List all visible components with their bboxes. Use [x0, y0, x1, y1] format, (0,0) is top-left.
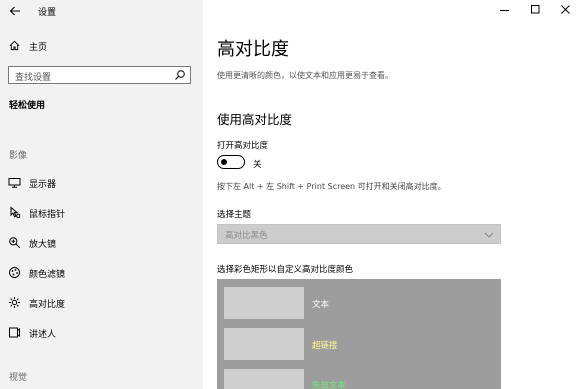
magnifier-icon	[9, 237, 21, 249]
sidebar-item-label: 主页	[29, 43, 48, 53]
swatch-disabled-text-label: 失效文本	[312, 381, 347, 389]
swatch-hyperlink[interactable]	[224, 328, 304, 360]
theme-label: 选择主题	[217, 210, 252, 220]
search-placeholder: 查找设置	[15, 73, 52, 83]
title-bar: 设置	[0, 0, 203, 22]
subheading: 使用高对比度	[217, 112, 293, 127]
maximize-button[interactable]	[521, 0, 551, 20]
page-title: 高对比度	[217, 39, 289, 60]
swatch-label: 选择彩色矩形以自定义高对比度颜色	[217, 265, 354, 275]
home-icon	[9, 40, 20, 51]
group-label-hearing: 视觉	[9, 373, 28, 383]
toggle-knob	[221, 158, 227, 165]
swatch-hyperlink-label: 超链接	[312, 341, 338, 351]
swatch-text-label: 文本	[312, 300, 330, 310]
swatch-text[interactable]	[224, 287, 304, 319]
sidebar-item-color-filter[interactable]: 颜色滤镜	[0, 263, 203, 283]
narrator-icon	[9, 327, 20, 338]
maximize-icon	[531, 5, 540, 14]
sidebar-item-label: 放大镜	[29, 240, 57, 250]
sidebar: 设置 主页 查找设置 轻松使用 影像 显示器 鼠标指针 放大镜 颜色滤镜 高对比…	[0, 0, 203, 389]
main-content: 高对比度 使用更清晰的颜色，以使文本和应用更易于查看。 使用高对比度 打开高对比…	[203, 0, 580, 389]
app-title: 设置	[38, 8, 57, 18]
sidebar-item-high-contrast[interactable]: 高对比度	[0, 293, 203, 313]
section-title: 轻松使用	[9, 101, 46, 111]
sidebar-item-narrator[interactable]: 讲述人	[0, 323, 203, 343]
sidebar-item-label: 颜色滤镜	[29, 270, 66, 280]
sidebar-item-display[interactable]: 显示器	[0, 173, 203, 193]
sidebar-item-mouse-pointer[interactable]: 鼠标指针	[0, 203, 203, 223]
chevron-down-icon	[484, 232, 494, 238]
display-icon	[8, 178, 21, 188]
theme-dropdown[interactable]: 高对比黑色	[217, 224, 501, 244]
page-description: 使用更清晰的颜色，以使文本和应用更易于查看。	[217, 71, 393, 80]
back-arrow-icon[interactable]	[9, 5, 21, 17]
mouse-pointer-icon	[10, 206, 21, 219]
search-input[interactable]: 查找设置	[8, 66, 191, 84]
color-preview-panel: 文本 超链接 失效文本	[217, 279, 501, 389]
theme-dropdown-value: 高对比黑色	[225, 231, 268, 241]
contrast-icon	[9, 297, 20, 308]
color-filter-icon	[9, 267, 20, 278]
sidebar-item-magnifier[interactable]: 放大镜	[0, 233, 203, 253]
minimize-icon	[500, 10, 509, 11]
sidebar-item-home[interactable]: 主页	[0, 36, 203, 56]
toggle-label: 打开高对比度	[217, 141, 269, 151]
toggle-state-text: 关	[253, 160, 262, 170]
close-button[interactable]	[551, 0, 580, 20]
high-contrast-toggle[interactable]	[217, 155, 245, 169]
sidebar-item-label: 讲述人	[29, 330, 57, 340]
shortcut-hint: 按下左 Alt + 左 Shift + Print Screen 可打开和关闭高…	[217, 182, 446, 191]
swatch-disabled-text[interactable]	[224, 369, 304, 389]
group-label-vision: 影像	[9, 151, 28, 161]
sidebar-item-label: 鼠标指针	[29, 210, 66, 220]
sidebar-item-label: 高对比度	[29, 300, 66, 310]
search-icon[interactable]	[174, 69, 186, 81]
close-icon	[561, 5, 570, 14]
sidebar-item-label: 显示器	[29, 180, 57, 190]
minimize-button[interactable]	[490, 0, 520, 20]
